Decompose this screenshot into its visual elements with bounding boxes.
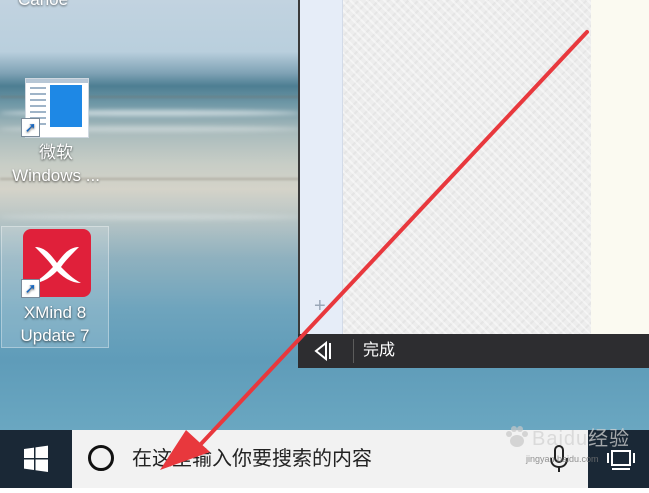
icon-label-line2: Update 7 xyxy=(20,326,90,345)
app-canvas[interactable] xyxy=(343,0,591,334)
wave xyxy=(0,214,300,220)
start-button[interactable] xyxy=(0,430,72,488)
app-window: + 完成 xyxy=(298,0,649,368)
done-bar: 完成 xyxy=(298,334,649,368)
bar-divider xyxy=(353,339,354,363)
icon-label-line2: Windows ... xyxy=(12,166,100,185)
app-left-strip: + xyxy=(300,0,343,334)
microphone-icon[interactable] xyxy=(546,444,572,474)
desktop-icon-windows-shortcut[interactable]: ➚ 微软 Windows ... xyxy=(8,72,104,190)
done-button[interactable]: 完成 xyxy=(363,341,395,361)
app-right-panel xyxy=(591,0,649,334)
cortana-circle-icon[interactable] xyxy=(88,445,114,471)
icon-label-line1: 微软 xyxy=(39,143,73,162)
shortcut-arrow-icon: ➚ xyxy=(21,279,40,298)
search-placeholder: 在这里输入你要搜索的内容 xyxy=(132,448,372,470)
shortcut-arrow-icon: ➚ xyxy=(21,118,40,137)
windows-logo-icon xyxy=(24,445,48,472)
search-box[interactable]: 在这里输入你要搜索的内容 xyxy=(72,430,588,488)
task-view-icon[interactable] xyxy=(606,446,636,472)
desktop-icon-xmind[interactable]: ➚ XMind 8 Update 7 xyxy=(1,226,109,348)
desktop-clipped-label: Canoe xyxy=(18,0,68,10)
icon-label-line1: XMind 8 xyxy=(23,303,87,322)
taskbar: 在这里输入你要搜索的内容 xyxy=(0,430,649,488)
panel-back-icon[interactable] xyxy=(308,338,348,364)
add-icon[interactable]: + xyxy=(314,296,326,316)
